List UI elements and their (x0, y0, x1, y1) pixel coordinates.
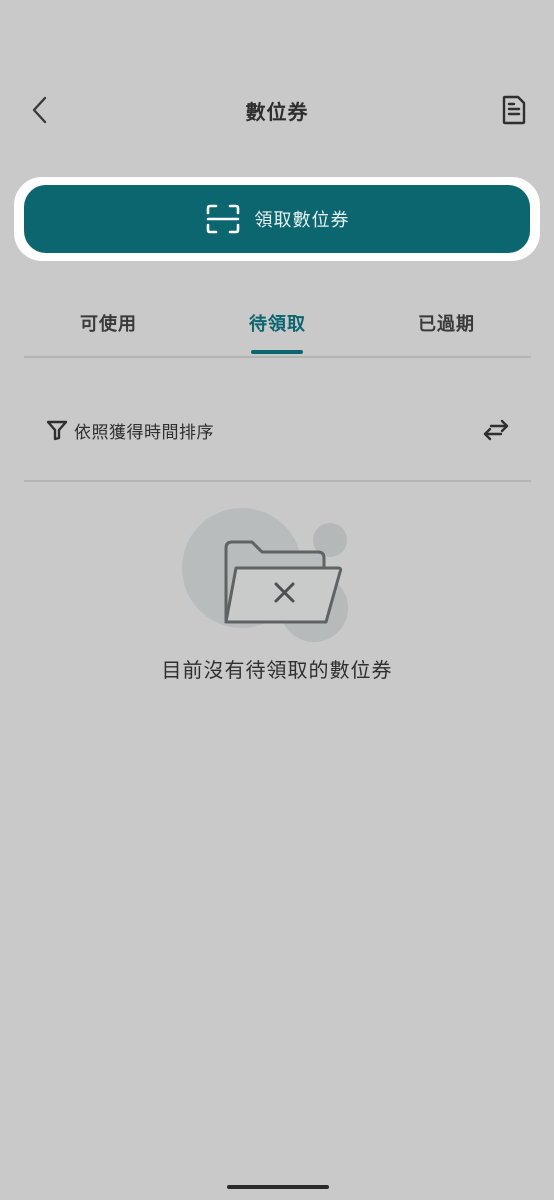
active-tab-indicator (251, 350, 303, 354)
sort-row: 依照獲得時間排序 (24, 400, 531, 460)
header: 數位券 (0, 80, 554, 140)
sort-filter-button[interactable]: 依照獲得時間排序 (46, 416, 214, 444)
empty-folder-icon (176, 500, 376, 650)
sort-order-button[interactable] (479, 414, 513, 446)
tab-pending[interactable]: 待領取 (193, 310, 362, 336)
claim-voucher-button[interactable]: 領取數位券 (24, 185, 530, 253)
divider (24, 480, 531, 482)
scan-icon (205, 203, 241, 235)
empty-state-message: 目前沒有待領取的數位券 (161, 658, 393, 682)
swap-icon (483, 419, 509, 441)
tab-available[interactable]: 可使用 (24, 310, 193, 336)
claim-voucher-label: 領取數位券 (254, 210, 350, 231)
filter-icon (46, 419, 68, 441)
home-indicator[interactable] (227, 1185, 329, 1189)
tab-expired[interactable]: 已過期 (362, 310, 531, 336)
claim-button-highlight: 領取數位券 (14, 177, 540, 261)
sort-label: 依照獲得時間排序 (74, 422, 214, 443)
document-icon (502, 95, 526, 125)
page-title: 數位券 (245, 100, 309, 124)
document-button[interactable] (496, 92, 532, 128)
tab-bar: 可使用 待領取 已過期 (24, 300, 531, 358)
